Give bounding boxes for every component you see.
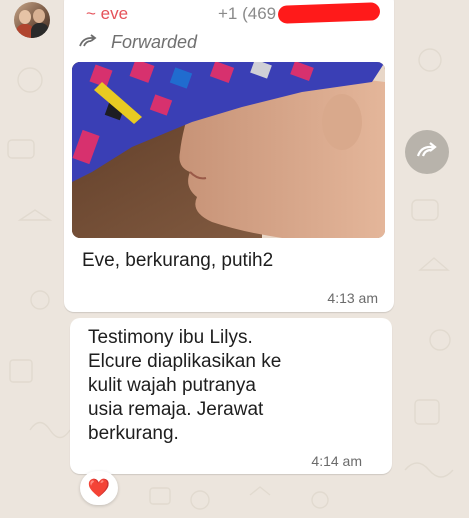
message-time: 4:14 am (311, 453, 362, 469)
sender-name[interactable]: ~ eve (86, 4, 128, 24)
photo-content (72, 62, 385, 238)
message-photo[interactable] (72, 62, 385, 238)
message-caption: Eve, berkurang, putih2 (82, 250, 274, 271)
forward-button[interactable] (405, 130, 449, 174)
message-text: Testimony ibu Lilys. Elcure diaplikasika… (88, 327, 282, 444)
forwarded-label-row: Forwarded (78, 32, 197, 53)
contact-avatar[interactable] (14, 2, 50, 38)
heart-icon: ❤️ (87, 477, 111, 498)
phone-redaction (277, 2, 381, 24)
forwarded-message-bubble[interactable]: ~ eve +1 (469 Forwarded Eve, berkurang, … (64, 0, 394, 312)
message-time: 4:13 am (327, 290, 378, 306)
forward-arrow-icon (78, 32, 103, 52)
forward-icon (416, 141, 438, 164)
heart-reaction[interactable]: ❤️ (80, 471, 118, 505)
sender-phone: +1 (469 (218, 4, 277, 23)
forwarded-label: Forwarded (111, 32, 198, 52)
text-message-bubble[interactable]: Testimony ibu Lilys. Elcure diaplikasika… (70, 318, 392, 474)
